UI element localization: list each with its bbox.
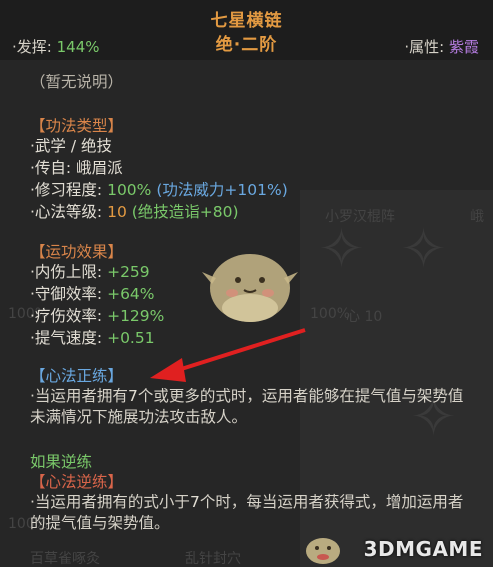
reverse-description: ·当运用者拥有的式小于7个时，每当运用者获得式，增加运用者的提气值与架势值。	[30, 492, 470, 534]
mastery-value: 100%	[107, 181, 152, 199]
attribute-label: ·属性:	[404, 38, 445, 56]
skill-name: 七星横链	[210, 11, 283, 31]
watermark-text: 3DMGAME	[363, 537, 483, 561]
effect-label: ·内伤上限:	[30, 263, 108, 281]
level-line: ·心法等级: 10 (绝技造诣+80)	[30, 202, 239, 222]
section-type-title: 【功法类型】	[30, 117, 124, 135]
attribute-stat: ·属性: 紫霞	[404, 36, 479, 57]
effect-label: ·提气速度:	[30, 329, 108, 347]
performance-value: 144%	[56, 38, 100, 56]
positive-threshold: 7	[127, 387, 138, 405]
section-effect-title: 【运功效果】	[30, 243, 124, 261]
reverse-text-pre: ·当运用者拥有的式小于	[30, 493, 190, 511]
attribute-value: 紫霞	[448, 38, 479, 56]
origin-line: ·传自: 峨眉派	[30, 159, 123, 177]
reverse-threshold: 7	[189, 493, 200, 511]
section-reverse-title: 【心法逆练】	[30, 473, 124, 491]
effect-line: ·提气速度: +0.51	[30, 328, 155, 348]
effect-value: +64%	[107, 285, 155, 303]
level-note: (绝技造诣+80)	[131, 203, 239, 221]
positive-description: ·当运用者拥有7个或更多的式时，运用者能够在提气值与架势值未满情况下施展功法攻击…	[30, 386, 470, 428]
mascot-watermark-icon	[202, 254, 298, 322]
performance-stat: ·发挥: 144%	[12, 36, 100, 57]
effect-value: +259	[107, 263, 150, 281]
effect-line: ·疗伤效率: +129%	[30, 306, 164, 326]
mastery-label: ·修习程度:	[30, 181, 108, 199]
mastery-note: (功法威力+101%)	[156, 181, 288, 199]
type-line: ·武学 / 绝技	[30, 137, 113, 155]
effect-label: ·疗伤效率:	[30, 307, 108, 325]
reverse-subtitle: 如果逆练	[30, 453, 93, 471]
performance-label: ·发挥:	[12, 38, 52, 56]
effect-line: ·守御效率: +64%	[30, 284, 155, 304]
section-positive-title: 【心法正练】	[30, 367, 124, 385]
positive-text-pre: ·当运用者拥有	[30, 387, 128, 405]
watermark-logo-icon	[306, 538, 340, 564]
effect-line: ·内伤上限: +259	[30, 262, 150, 282]
description: （暂无说明）	[30, 73, 124, 91]
effect-value: +129%	[107, 307, 165, 325]
level-label: ·心法等级:	[30, 203, 108, 221]
effect-value: +0.51	[107, 329, 155, 347]
mastery-line: ·修习程度: 100% (功法威力+101%)	[30, 180, 288, 200]
tooltip-header: 七星横链 绝·二阶 ·发挥: 144% ·属性: 紫霞	[0, 0, 493, 60]
effect-label: ·守御效率:	[30, 285, 108, 303]
level-value: 10	[107, 203, 127, 221]
